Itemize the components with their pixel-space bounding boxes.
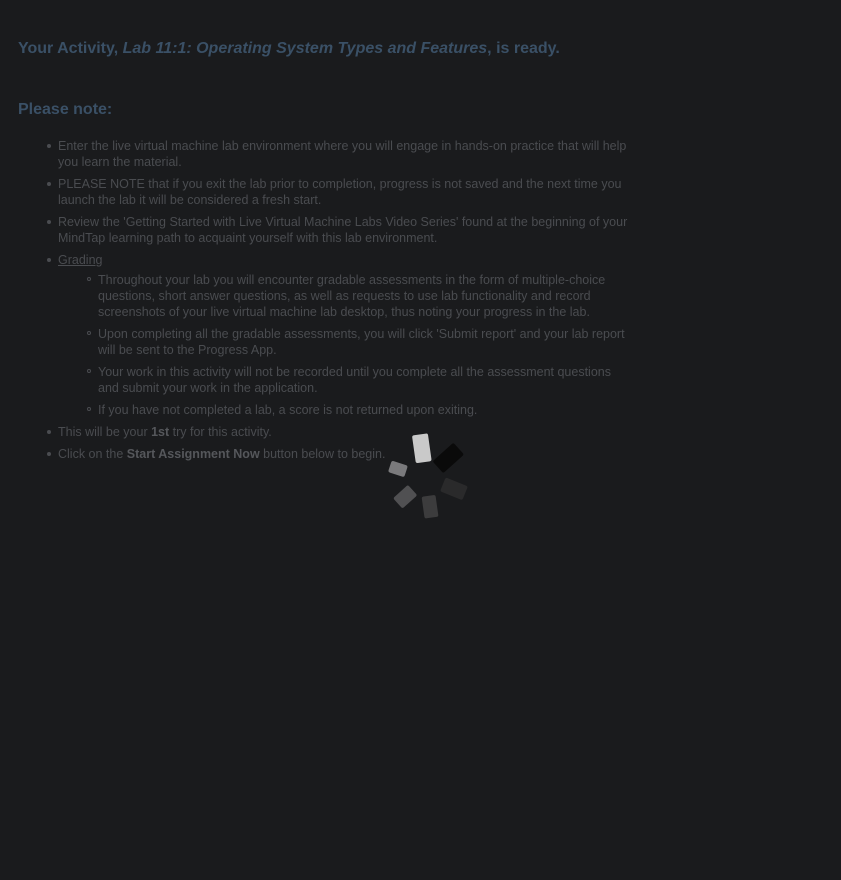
spinner-segment	[412, 433, 432, 464]
loading-spinner-icon	[388, 433, 468, 519]
grading-item-recorded: Your work in this activity will not be r…	[87, 364, 628, 396]
list-item-try: This will be your 1st try for this activ…	[47, 424, 628, 440]
instructions-list: Enter the live virtual machine lab envir…	[18, 138, 628, 468]
start-assignment-reference: Start Assignment Now	[126, 447, 260, 461]
spinner-segment	[440, 477, 468, 500]
page: Your Activity, Lab 11:1: Operating Syste…	[0, 0, 841, 880]
activity-name: Lab 11:1: Operating System Types and Fea…	[122, 40, 488, 57]
click-prefix: Click on the	[58, 447, 127, 461]
grading-sublist: Throughout your lab you will encounter g…	[58, 272, 628, 418]
note-heading: Please note:	[18, 101, 113, 118]
title-suffix: , is ready.	[487, 40, 560, 57]
grading-item-assessments: Throughout your lab you will encounter g…	[87, 272, 628, 320]
try-count: 1st	[151, 425, 170, 439]
page-title: Your Activity, Lab 11:1: Operating Syste…	[18, 40, 560, 58]
try-suffix: try for this activity.	[169, 425, 272, 439]
grading-item-score: If you have not completed a lab, a score…	[87, 402, 628, 418]
spinner-segment	[393, 485, 417, 508]
grading-link[interactable]: Grading	[58, 253, 102, 267]
list-item-enter: Enter the live virtual machine lab envir…	[47, 139, 627, 169]
grading-item-submit: Upon completing all the gradable assessm…	[87, 326, 628, 358]
try-prefix: This will be your	[58, 425, 152, 439]
click-suffix: button below to begin.	[259, 447, 386, 461]
spinner-segment	[433, 443, 464, 473]
list-item-review: Review the 'Getting Started with Live Vi…	[47, 215, 628, 245]
spinner-segment	[388, 461, 408, 477]
list-item-please-note: PLEASE NOTE that if you exit the lab pri…	[47, 176, 628, 208]
title-prefix: Your Activity,	[18, 40, 123, 57]
list-item-click: Click on the Start Assignment Now button…	[47, 446, 628, 462]
spinner-segment	[421, 495, 439, 519]
list-item-grading: Grading Throughout your lab you will enc…	[47, 252, 628, 418]
